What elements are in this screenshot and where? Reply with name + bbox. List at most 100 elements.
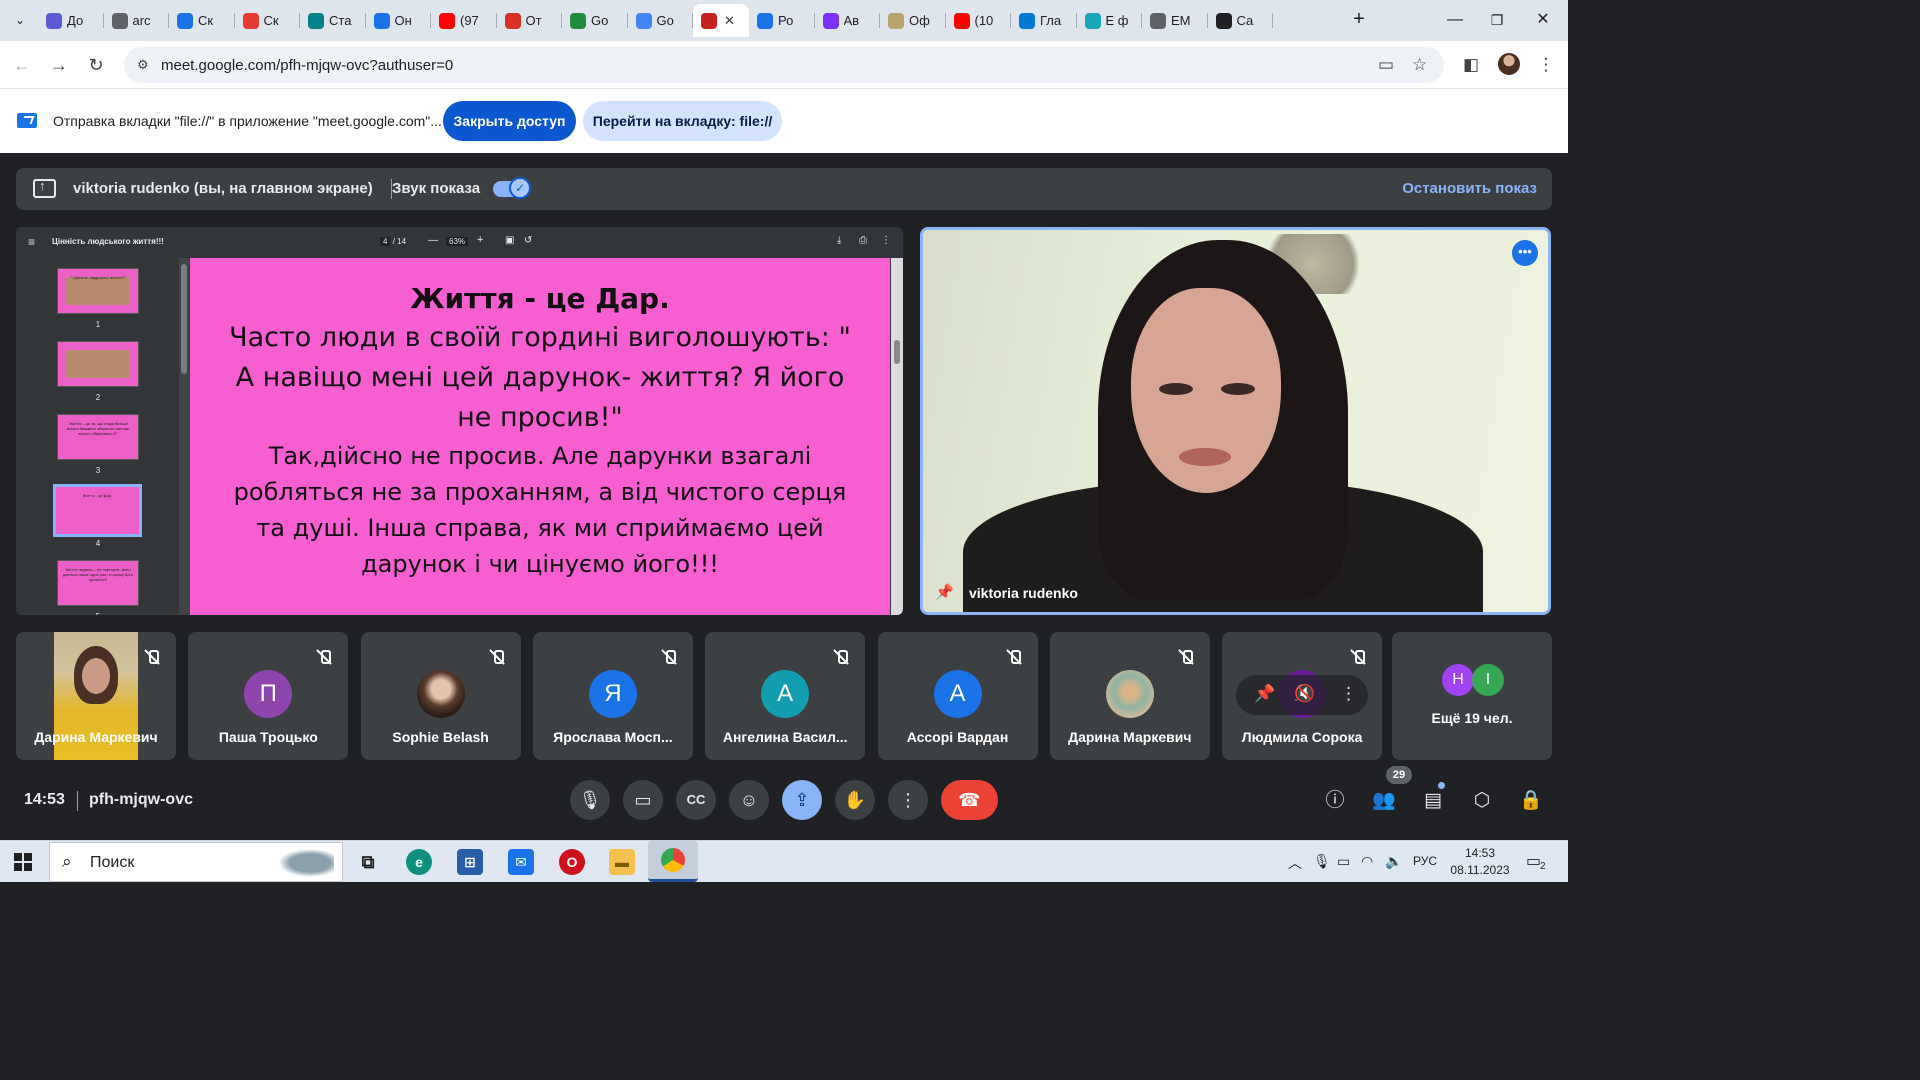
browser-tab[interactable]: Гла [1011, 4, 1077, 37]
tab-search-chevron-icon[interactable]: ⌄ [8, 8, 32, 32]
volume-icon[interactable]: 🔈 [1385, 853, 1402, 870]
chrome-menu-icon[interactable]: ⋮ [1534, 53, 1558, 77]
thumbnail-scrollbar[interactable] [179, 258, 189, 615]
host-controls-icon[interactable]: 🔒 [1519, 789, 1543, 813]
browser-tab[interactable]: Е ф [1077, 4, 1143, 37]
zoom-level[interactable]: 63% [446, 237, 469, 246]
browser-tab[interactable]: (10 [946, 4, 1012, 37]
participant-tile[interactable]: Sophie Belash [360, 632, 521, 760]
wifi-icon[interactable]: ◠ [1361, 853, 1373, 870]
chrome-taskbar-button[interactable] [648, 841, 698, 882]
edge-icon[interactable]: e [406, 849, 432, 875]
pdf-more-icon[interactable]: ⋮ [881, 235, 891, 246]
participant-tile[interactable]: П Паша Троцько [188, 632, 349, 760]
browser-tab[interactable]: Ск [169, 4, 235, 37]
browser-tab[interactable]: arc [104, 4, 170, 37]
rotate-icon[interactable]: ↺ [524, 235, 532, 246]
browser-tab[interactable]: Go [562, 4, 628, 37]
browser-tab[interactable]: Са [1208, 4, 1274, 37]
page-thumbnail[interactable]: Життя людини – не повторне, воно дається… [57, 560, 139, 606]
stop-sharing-button[interactable]: Закрыть доступ [443, 101, 576, 141]
participant-tile[interactable]: А Ассорі Вардан [877, 632, 1038, 760]
more-options-button[interactable]: ⋮ [888, 780, 928, 820]
activities-icon[interactable]: ⬡ [1470, 789, 1494, 813]
zoom-in-icon[interactable]: + [477, 234, 483, 246]
notifications-icon[interactable]: ▭ [1526, 851, 1541, 871]
bookmark-star-icon[interactable]: ☆ [1412, 55, 1427, 75]
side-panel-icon[interactable]: ◧ [1459, 53, 1483, 77]
present-button[interactable]: ⇪ [782, 780, 822, 820]
mute-participant-icon[interactable]: 🔇 [1294, 684, 1315, 704]
reactions-button[interactable]: ☺ [729, 780, 769, 820]
tile-more-icon[interactable]: ⋮ [1340, 684, 1357, 704]
participant-tile[interactable]: Дарина Маркевич [1049, 632, 1210, 760]
captions-button[interactable]: CC [676, 780, 716, 820]
taskbar-clock[interactable]: 14:53 08.11.2023 [1450, 845, 1510, 879]
zoom-out-icon[interactable]: — [428, 235, 438, 246]
presentation-sound-toggle[interactable]: ✓ [493, 177, 531, 199]
pdf-menu-icon[interactable]: ≡ [28, 235, 35, 249]
chat-icon[interactable]: ▤ [1421, 789, 1445, 813]
opera-icon[interactable]: O [559, 849, 585, 875]
browser-tab[interactable]: Ск [235, 4, 301, 37]
leave-call-button[interactable]: ☎ [941, 780, 998, 820]
more-participants-tile[interactable]: Н І Ещё 19 чел. [1392, 632, 1552, 760]
new-tab-plus-icon[interactable]: + [1348, 9, 1370, 31]
browser-tab[interactable]: Ста [300, 4, 366, 37]
page-scrollbar[interactable] [891, 258, 903, 615]
camera-in-use-icon[interactable]: ▭ [1378, 55, 1394, 75]
battery-icon[interactable]: ▭ [1337, 853, 1350, 870]
microphone-button[interactable]: 🎙 [570, 780, 610, 820]
browser-tab[interactable]: От [497, 4, 563, 37]
fit-page-icon[interactable]: ▣ [505, 235, 514, 246]
mail-icon[interactable]: ✉ [508, 849, 534, 875]
participant-tile[interactable]: Дарина Маркевич [16, 632, 176, 760]
minimize-icon[interactable]: — [1440, 6, 1470, 34]
profile-avatar[interactable] [1498, 53, 1520, 75]
url-text[interactable]: meet.google.com/pfh-mjqw-ovc?authuser=0 [161, 57, 453, 74]
camera-button[interactable]: ▭ [623, 780, 663, 820]
browser-tab[interactable]: (97 [431, 4, 497, 37]
browser-tab[interactable]: ЕМ [1142, 4, 1208, 37]
page-thumbnail[interactable]: Життя - це Дар. [53, 484, 142, 537]
scrollbar-thumb[interactable] [181, 264, 187, 374]
address-bar[interactable]: ⚙ meet.google.com/pfh-mjqw-ovc?authuser=… [124, 47, 1444, 83]
page-thumbnail[interactable] [57, 341, 139, 387]
print-icon[interactable]: ⎙ [859, 235, 867, 246]
browser-tab[interactable]: Ро [749, 4, 815, 37]
browser-tab[interactable]: Ав [815, 4, 881, 37]
download-icon[interactable]: ⤓ [837, 235, 841, 246]
back-arrow-icon[interactable]: ← [10, 53, 34, 77]
restore-icon[interactable]: ❐ [1482, 6, 1512, 34]
participant-tile[interactable]: Л📌🔇⋮Людмила Сорока [1222, 632, 1383, 760]
meeting-info-icon[interactable]: ⓘ [1323, 789, 1347, 813]
pin-icon[interactable]: 📌 [935, 583, 954, 601]
forward-arrow-icon[interactable]: → [47, 53, 71, 77]
participant-tile[interactable]: Я Ярослава Мосп... [532, 632, 693, 760]
stop-presenting-link[interactable]: Остановить показ [1402, 180, 1537, 197]
file-explorer-icon[interactable]: ▬ [609, 849, 635, 875]
pinned-video-tile[interactable]: ••• 📌 viktoria rudenko [920, 227, 1551, 615]
browser-tab[interactable]: Он [366, 4, 432, 37]
scrollbar-thumb[interactable] [894, 340, 900, 364]
close-tab-icon[interactable]: ✕ [724, 13, 735, 29]
page-current[interactable]: 4 [380, 237, 391, 246]
participant-tile[interactable]: А Ангелина Васил... [705, 632, 866, 760]
site-settings-icon[interactable]: ⚙ [137, 57, 149, 73]
taskbar-search[interactable]: ⌕ Поиск [49, 842, 343, 882]
people-icon[interactable]: 👥 [1372, 789, 1396, 813]
page-thumbnail[interactable]: "Життя – це те, що люди більше всього ба… [57, 414, 139, 460]
task-view-icon[interactable]: ⧉ [355, 849, 381, 875]
windows-start-icon[interactable] [14, 853, 32, 871]
browser-tab[interactable]: Go [628, 4, 694, 37]
raise-hand-button[interactable]: ✋ [835, 780, 875, 820]
reload-icon[interactable]: ↻ [84, 53, 108, 77]
show-hidden-icons-chevron-icon[interactable]: ︿ [1288, 853, 1302, 873]
close-window-icon[interactable]: ✕ [1528, 6, 1558, 34]
store-icon[interactable]: ⊞ [457, 849, 483, 875]
pin-icon[interactable]: 📌 [1254, 684, 1275, 704]
browser-tab[interactable]: До [38, 4, 104, 37]
input-language[interactable]: РУС [1413, 854, 1437, 868]
page-thumbnail[interactable]: " Цінність людського життя!!!" [57, 268, 139, 314]
go-to-tab-button[interactable]: Перейти на вкладку: file:// [583, 101, 782, 141]
